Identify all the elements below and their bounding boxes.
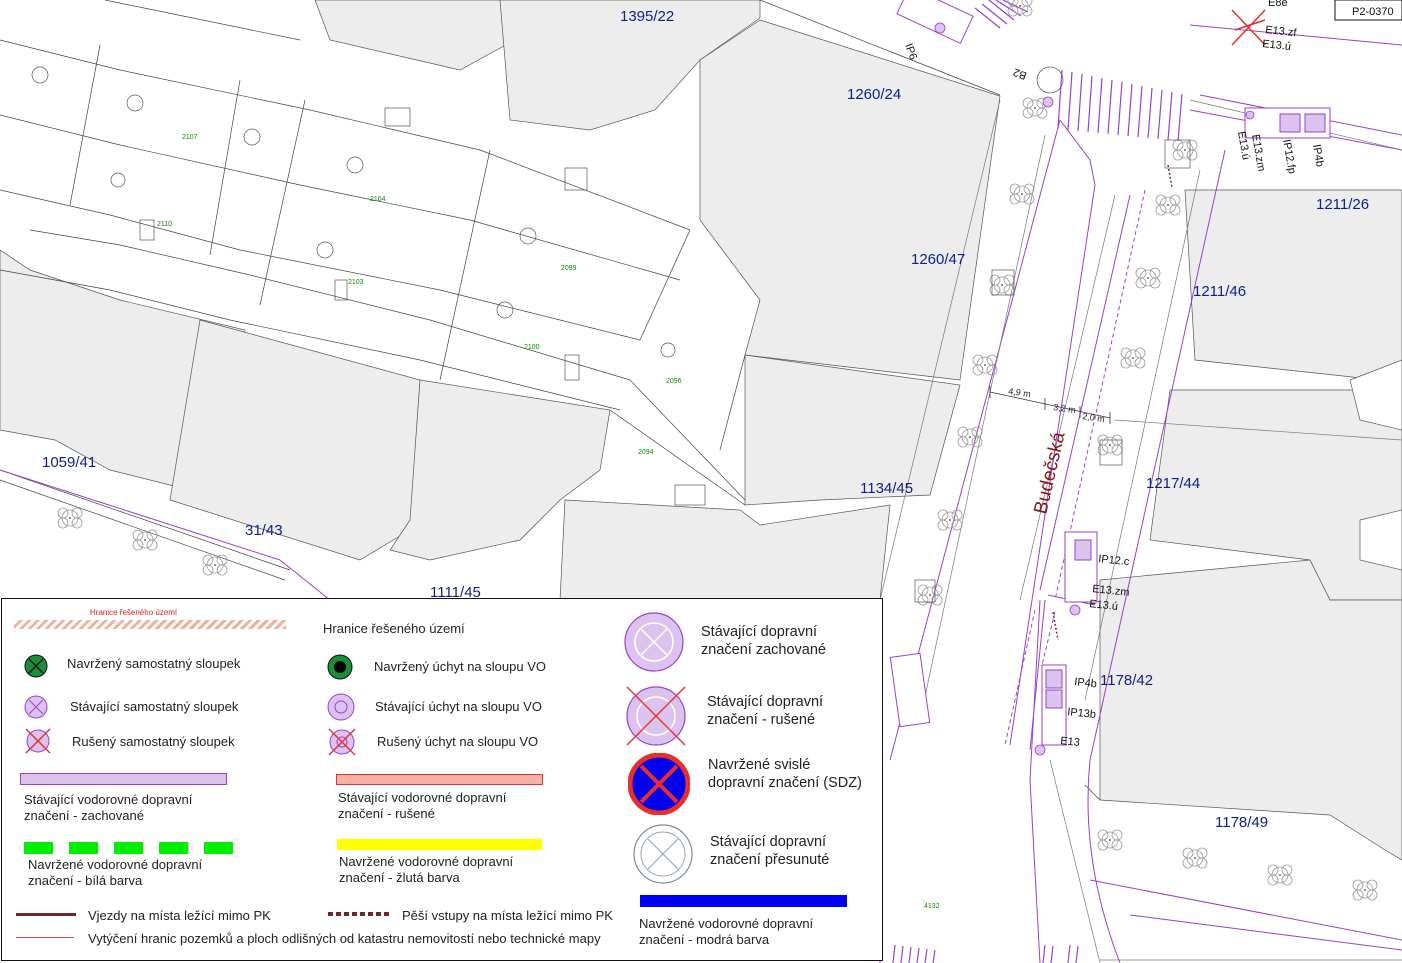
- horiz-kept-label-2: značení - zachované: [24, 808, 144, 823]
- cancelled-post-icon: [25, 728, 51, 754]
- measure-2: 3,2 m: [1053, 402, 1077, 415]
- parcel-label: 1178/42: [1100, 672, 1153, 689]
- sign-label: IP12.c: [1098, 553, 1131, 568]
- new-mount-label: Navržený úchyt na sloupu VO: [374, 659, 546, 674]
- new-mount-icon: [327, 654, 353, 680]
- staking-swatch: [16, 937, 74, 938]
- horiz-white-label-1: Navržené vodorovné dopravní: [28, 857, 203, 872]
- parcel-label: 31/43: [245, 522, 283, 539]
- existing-post-label: Stávající samostatný sloupek: [70, 699, 239, 714]
- sign-label: E13.ú: [1262, 38, 1292, 53]
- horiz-cancelled-label-1: Stávající vodorovné dopravní: [338, 790, 507, 805]
- new-post-label: Navržený samostatný sloupek: [67, 656, 241, 671]
- hatch-title: Hranice řešeného území: [90, 608, 178, 617]
- horiz-yellow-label-1: Navržené vodorovné dopravní: [339, 854, 514, 869]
- existing-post-icon: [24, 695, 48, 719]
- boundary-hatch-swatch: [14, 620, 286, 629]
- cancelled-sign-label-2: značení - rušené: [707, 712, 816, 728]
- staking-label: Vytýčení hranic pozemků a ploch odlišnýc…: [88, 931, 601, 946]
- building-number: 2099: [561, 265, 577, 272]
- measure-3: 2,0 m: [1082, 411, 1106, 424]
- parcel-label: 1211/46: [1193, 283, 1246, 300]
- measure-1: 4,9 m: [1008, 386, 1032, 399]
- traffic-island: [1036, 66, 1064, 94]
- ped-entry-label: Pěší vstupy na místa ležící mimo PK: [402, 908, 613, 923]
- parcel-label: 1134/45: [860, 480, 913, 497]
- horiz-kept-swatch: [20, 773, 227, 785]
- boundary-label: Hranice řešeného území: [323, 621, 465, 636]
- building-number: 2103: [348, 279, 364, 286]
- building-number: 4132: [924, 903, 940, 910]
- new-post-icon: [24, 654, 48, 678]
- horiz-kept-label-1: Stávající vodorovné dopravní: [24, 792, 193, 807]
- kept-sign-label-1: Stávající dopravní: [701, 624, 818, 640]
- horiz-white-swatch: [24, 842, 236, 854]
- horiz-cancelled-label-2: značení - rušené: [338, 806, 435, 821]
- cancelled-mount-label: Rušený úchyt na sloupu VO: [377, 734, 539, 749]
- street-name: Budečská: [1030, 430, 1069, 516]
- sign-label: B2: [1012, 66, 1029, 82]
- new-vertical-label-2: dopravní značení (SDZ): [708, 775, 862, 791]
- horiz-cancelled-swatch: [336, 774, 543, 785]
- sign-label: E13.zf: [1265, 24, 1298, 39]
- building-number: 2094: [638, 449, 654, 456]
- new-vertical-label-1: Navržené svislé: [708, 757, 811, 773]
- moved-sign-label-2: značení přesunuté: [710, 852, 830, 868]
- kept-sign-label-2: značení zachované: [701, 642, 826, 658]
- cancelled-sign-label-1: Stávající dopravní: [707, 694, 824, 710]
- parcel-label: 1217/44: [1146, 475, 1200, 492]
- parcel-label: 1178/49: [1215, 814, 1268, 831]
- parcel-label: 1260/47: [911, 251, 965, 268]
- building-number: 2110: [157, 221, 172, 228]
- sign-label: E8e: [1268, 0, 1288, 9]
- sign-label: IP4b: [1074, 676, 1098, 690]
- crosswalk-top: [1057, 69, 1183, 142]
- moved-sign-icon: [633, 824, 693, 884]
- building-number: 2107: [182, 134, 198, 141]
- sign-label: IP6: [902, 42, 919, 62]
- new-vertical-sign-icon: [628, 753, 690, 815]
- sign-label: IP13b: [1067, 706, 1097, 721]
- ped-entry-swatch: [328, 912, 390, 916]
- horiz-white-label-2: značení - bílá barva: [28, 873, 143, 888]
- driveway-label: Vjezdy na místa ležící mimo PK: [88, 908, 271, 923]
- horiz-blue-swatch: [640, 895, 847, 907]
- horiz-yellow-swatch: [337, 839, 542, 850]
- sign-label: IP12.fp: [1280, 138, 1298, 174]
- existing-mount-icon: [327, 693, 355, 721]
- horiz-blue-label-1: Navržené vodorovné dopravní: [639, 916, 814, 931]
- driveway-swatch: [16, 913, 76, 916]
- building-number: 2104: [370, 196, 386, 203]
- horiz-blue-label-2: značení - modrá barva: [639, 932, 770, 947]
- parcel-label: 1395/22: [620, 8, 674, 25]
- crosswalk-bottom: [892, 944, 1079, 963]
- sign-label: IP4b: [1310, 143, 1326, 167]
- cancelled-mount-icon: [328, 728, 356, 756]
- cancelled-sign-icon: [626, 686, 686, 746]
- parcel-label: 1260/24: [847, 86, 901, 103]
- parcel-label: 1059/41: [42, 454, 96, 471]
- map-legend: Hranice řešeného území Hranice řešeného …: [1, 598, 883, 961]
- building-number: 2096: [666, 378, 682, 385]
- moved-sign-label-1: Stávající dopravní: [710, 834, 827, 850]
- map-viewer[interactable]: 4,9 m 3,2 m 2,0 m 1395/22 1260/24 1211/2…: [0, 0, 1402, 963]
- cancelled-sign-marks: [1231, 9, 1266, 46]
- kept-sign-icon: [624, 612, 684, 672]
- sign-label: E13.ú: [1089, 598, 1119, 613]
- existing-mount-label: Stávající úchyt na sloupu VO: [375, 699, 542, 714]
- sign-label: E13: [1060, 735, 1081, 749]
- cancelled-post-label: Rušený samostatný sloupek: [72, 734, 235, 749]
- parcel-label: 1211/26: [1316, 196, 1369, 213]
- horiz-yellow-label-2: značení - žlutá barva: [339, 870, 460, 885]
- building-number: 2100: [524, 344, 540, 351]
- sign-label: P2-0370: [1352, 6, 1394, 18]
